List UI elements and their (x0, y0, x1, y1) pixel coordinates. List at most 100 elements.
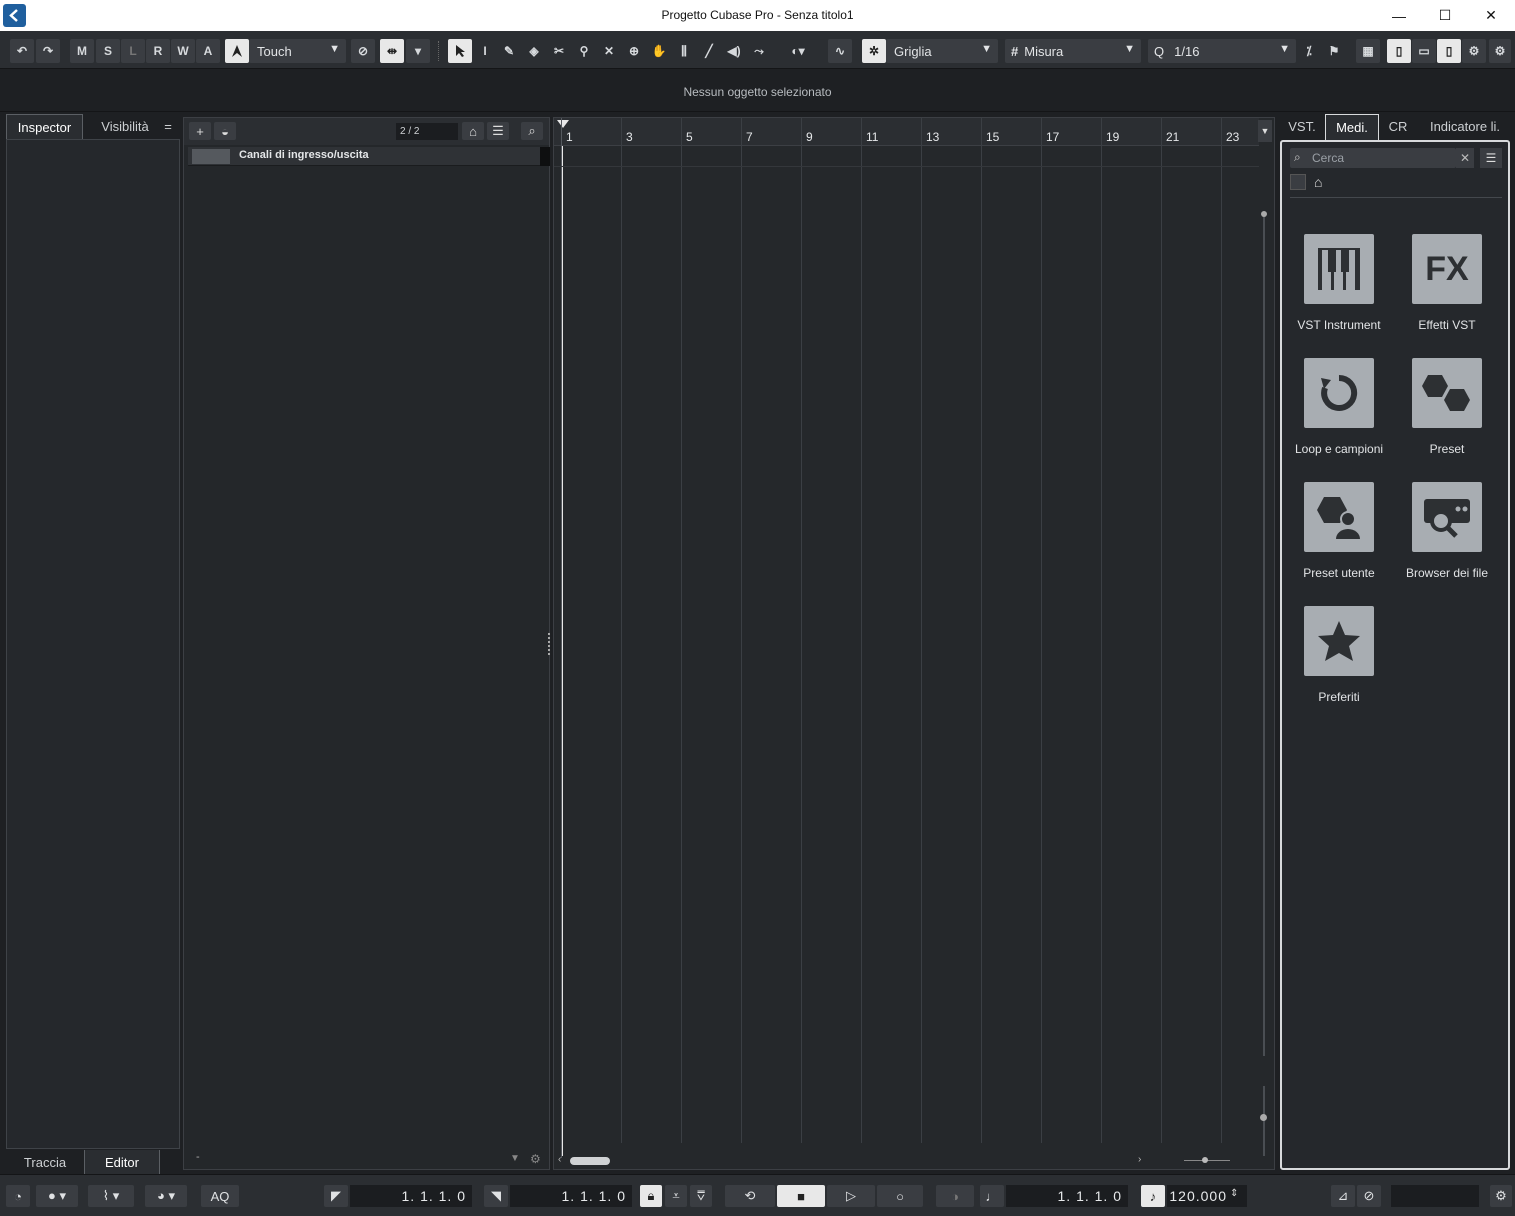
right-zone-toggle-icon[interactable]: ▯ (1437, 39, 1461, 63)
track-presets-icon[interactable]: ⌂ (462, 122, 484, 140)
position-display[interactable]: 1. 1. 1. 0 (1006, 1185, 1128, 1207)
auto-suspend-icon[interactable]: ⊘ (351, 39, 375, 63)
tab-track[interactable]: Traccia (6, 1150, 84, 1175)
quantize-select[interactable]: Q 1/16 ▼ (1148, 39, 1296, 63)
search-icon[interactable]: ⌕ (521, 122, 543, 140)
marker-display[interactable] (1391, 1185, 1479, 1207)
edit-mode-dropdown[interactable]: ▾ (406, 39, 430, 63)
auto-scroll-icon[interactable]: ∿ (828, 39, 852, 63)
vertical-scrollbar[interactable] (1258, 146, 1270, 1166)
gear-icon[interactable]: ⚙ (530, 1152, 541, 1166)
redo-button[interactable]: ↷ (36, 39, 60, 63)
minimize-button[interactable]: — (1376, 0, 1422, 31)
vertical-zoom-slider[interactable] (1263, 1086, 1265, 1156)
tab-control-room[interactable]: CR (1384, 114, 1412, 139)
favorites-tile[interactable] (1304, 606, 1374, 676)
loops-samples-tile[interactable] (1304, 358, 1374, 428)
pointer-tool-icon[interactable] (448, 39, 472, 63)
note-icon[interactable]: ♩ (980, 1185, 1004, 1207)
divider-handle[interactable] (548, 633, 551, 655)
add-track-icon[interactable]: + (189, 122, 211, 140)
scroll-thumb[interactable] (570, 1157, 610, 1165)
precount-icon[interactable]: ⊘ (1357, 1185, 1381, 1207)
lower-zone-toggle-icon[interactable]: ▭ (1412, 39, 1436, 63)
tempo-stepper-icon[interactable]: ⇕ (1230, 1188, 1238, 1199)
pencil-tool-icon[interactable]: ✎ (498, 39, 520, 63)
media-bay-icon[interactable]: ▦ (1356, 39, 1380, 63)
aq-button[interactable]: AQ (201, 1185, 239, 1207)
warp-tool-icon[interactable]: ⤳ (748, 39, 770, 63)
vst-effects-tile[interactable]: FX (1412, 234, 1482, 304)
left-locator-display[interactable]: 1. 1. 1. 0 (350, 1185, 472, 1207)
vertical-zoom-handle[interactable] (1261, 211, 1267, 217)
user-preset-tile[interactable] (1304, 482, 1374, 552)
line-tool-icon[interactable]: ╱ (698, 39, 720, 63)
lock-icon[interactable]: 🔒︎ (640, 1185, 662, 1207)
time-display-icon[interactable]: ◔ (6, 1185, 30, 1207)
solo-button[interactable]: S (96, 39, 120, 63)
grid-type-select[interactable]: # Misura ▼ (1005, 39, 1141, 63)
add-track-dropdown-icon[interactable]: ◒ (214, 122, 236, 140)
gear-icon[interactable]: ⚙ (1490, 1185, 1512, 1207)
search-input[interactable]: Cerca (1290, 148, 1456, 168)
tab-vst-instruments[interactable]: VST. (1282, 114, 1322, 139)
input-output-icon[interactable]: ◕ ▾ (145, 1185, 187, 1207)
snap-toggle-icon[interactable]: ✲ (862, 39, 886, 63)
right-locator-display[interactable]: 1. 1. 1. 0 (510, 1185, 632, 1207)
cycle-button[interactable]: ⟲ (725, 1185, 775, 1207)
track-row[interactable]: Canali di ingresso/uscita (188, 147, 550, 166)
scroll-right-icon[interactable]: › (1138, 1154, 1141, 1165)
list-view-icon[interactable]: ☰ (1480, 148, 1502, 168)
automation-mode-select[interactable]: Touch ▼ (249, 39, 346, 63)
tab-editor[interactable]: Editor (84, 1150, 160, 1176)
left-locator-icon[interactable]: ◤ (324, 1185, 348, 1207)
glue-tool-icon[interactable]: ⚲ (573, 39, 595, 63)
mute-button[interactable]: M (70, 39, 94, 63)
vertical-zoom-handle[interactable] (1260, 1114, 1267, 1121)
scroll-left-icon[interactable]: ‹ (558, 1154, 561, 1165)
record-mode-icon[interactable]: ● ▾ (36, 1185, 78, 1207)
undo-button[interactable]: ↶ (10, 39, 34, 63)
track-list-options-icon[interactable]: ☰ (487, 122, 509, 140)
vst-instrument-tile[interactable] (1304, 234, 1374, 304)
play-button[interactable]: ▷ (827, 1185, 875, 1207)
color-tool-icon[interactable]: ◐▾ (780, 39, 816, 63)
edit-mode-icon[interactable]: ⇹ (380, 39, 404, 63)
chevron-down-icon[interactable]: ▼ (510, 1153, 520, 1164)
zoom-tool-icon[interactable]: ⊕ (623, 39, 645, 63)
gear-icon[interactable]: ⚙ (1489, 39, 1511, 63)
listen-button[interactable]: L (121, 39, 145, 63)
play-tool-icon[interactable]: ◀) (723, 39, 745, 63)
audio-performance-icon[interactable]: ⌇ ▾ (88, 1185, 134, 1207)
back-icon[interactable] (1290, 174, 1306, 190)
automation-icon[interactable] (225, 39, 249, 63)
setup-window-icon[interactable]: ⚙ (1462, 39, 1486, 63)
left-zone-menu[interactable]: = (160, 114, 176, 139)
maximize-button[interactable]: ☐ (1422, 0, 1468, 31)
project-window[interactable]: 1 3 5 7 9 11 13 15 17 19 21 23 ▼ ‹ › (553, 117, 1275, 1170)
punch-in-icon[interactable]: ⩡ (665, 1185, 687, 1207)
file-browser-tile[interactable] (1412, 482, 1482, 552)
horizontal-zoom-slider[interactable] (1160, 1155, 1250, 1165)
tab-media[interactable]: Medi. (1325, 114, 1379, 140)
ruler-options-icon[interactable]: ▼ (1258, 120, 1272, 142)
range-tool-icon[interactable]: I (474, 39, 496, 63)
stop-button[interactable]: ■ (777, 1185, 825, 1207)
record-button[interactable]: ○ (877, 1185, 923, 1207)
tab-visibility[interactable]: Visibilità (88, 114, 162, 139)
home-icon[interactable]: ⌂ (1314, 174, 1322, 190)
clear-search-icon[interactable]: ✕ (1456, 148, 1474, 168)
follow-icon[interactable]: ◑ (936, 1185, 974, 1207)
quantize-settings-icon[interactable]: ⚑ (1323, 39, 1345, 63)
horizontal-scrollbar[interactable]: ‹ › (558, 1153, 1158, 1167)
auto-button[interactable]: A (196, 39, 220, 63)
hand-tool-icon[interactable]: ✋ (648, 39, 670, 63)
left-zone-toggle-icon[interactable]: ▯ (1387, 39, 1411, 63)
tempo-track-icon[interactable]: ♪ (1141, 1185, 1165, 1207)
preset-tile[interactable] (1412, 358, 1482, 428)
read-button[interactable]: R (146, 39, 170, 63)
snap-type-select[interactable]: Griglia ▼ (886, 39, 998, 63)
iterative-quantize-icon[interactable]: ⁒ (1298, 39, 1320, 63)
eraser-tool-icon[interactable]: ◈ (523, 39, 545, 63)
metronome-icon[interactable]: ⊿ (1331, 1185, 1355, 1207)
